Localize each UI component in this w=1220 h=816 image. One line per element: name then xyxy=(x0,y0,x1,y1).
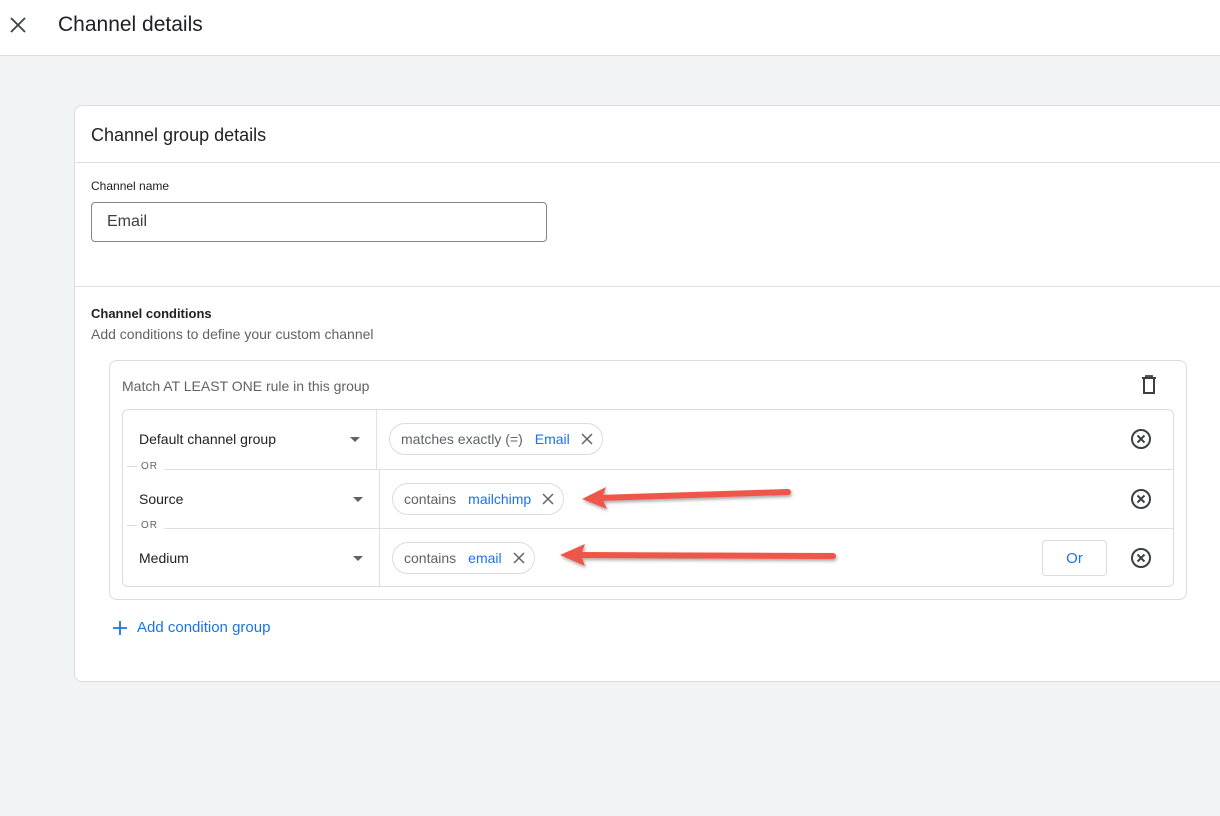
add-or-rule-button[interactable]: Or xyxy=(1042,540,1107,576)
rules-list: Default channel group matches exactly (=… xyxy=(122,409,1174,587)
chip-operator: matches exactly (=) xyxy=(401,431,523,447)
dimension-label: Source xyxy=(139,491,184,507)
card-title: Channel group details xyxy=(91,125,267,145)
cancel-circle-icon xyxy=(1131,489,1151,509)
dropdown-caret-icon xyxy=(353,497,363,502)
page-title: Channel details xyxy=(58,13,203,36)
remove-chip-button[interactable] xyxy=(541,492,555,506)
cancel-circle-icon xyxy=(1131,429,1151,449)
channel-conditions-subtitle: Add conditions to define your custom cha… xyxy=(91,326,374,342)
condition-group: Match AT LEAST ONE rule in this group De… xyxy=(109,360,1187,600)
delete-group-button[interactable] xyxy=(1138,373,1160,397)
trash-icon xyxy=(1142,375,1156,394)
remove-chip-button[interactable] xyxy=(580,432,594,446)
plus-icon xyxy=(113,620,127,635)
rule-row: Source contains mailchimp xyxy=(123,469,1173,528)
chip-value: Email xyxy=(534,431,570,447)
channel-name-label: Channel name xyxy=(91,179,170,193)
divider xyxy=(75,286,1220,287)
condition-chip[interactable]: matches exactly (=) Email xyxy=(389,423,603,455)
condition-chip[interactable]: contains mailchimp xyxy=(392,483,565,515)
dimension-label: Default channel group xyxy=(139,431,276,447)
remove-rule-button[interactable] xyxy=(1130,428,1152,450)
chip-value: email xyxy=(468,550,502,566)
chip-operator: contains xyxy=(404,550,457,566)
chip-value: mailchimp xyxy=(468,491,532,507)
group-match-label: Match AT LEAST ONE rule in this group xyxy=(122,378,370,394)
channel-conditions-title: Channel conditions xyxy=(91,306,212,321)
remove-rule-button[interactable] xyxy=(1130,488,1152,510)
add-condition-group-label: Add condition group xyxy=(137,619,271,636)
rule-row: Medium contains email Or xyxy=(123,528,1173,587)
dropdown-caret-icon xyxy=(353,556,363,561)
remove-chip-button[interactable] xyxy=(512,551,526,565)
dimension-select[interactable]: Medium xyxy=(123,529,380,587)
close-button[interactable] xyxy=(6,13,30,37)
close-icon xyxy=(581,433,593,445)
divider xyxy=(75,162,1220,163)
dimension-label: Medium xyxy=(139,550,189,566)
channel-name-input[interactable] xyxy=(91,202,547,242)
close-icon xyxy=(542,493,554,505)
chip-operator: contains xyxy=(404,491,457,507)
dropdown-caret-icon xyxy=(350,437,360,442)
condition-chip[interactable]: contains email xyxy=(392,542,535,574)
add-condition-group-button[interactable]: Add condition group xyxy=(113,619,270,636)
cancel-circle-icon xyxy=(1131,548,1151,568)
remove-rule-button[interactable] xyxy=(1130,547,1152,569)
close-icon xyxy=(10,17,26,33)
top-bar: Channel details xyxy=(0,0,1220,56)
close-icon xyxy=(513,552,525,564)
or-separator: OR xyxy=(123,461,164,472)
or-separator: OR xyxy=(123,520,164,531)
channel-group-details-card: Channel group details Channel name Chann… xyxy=(74,105,1220,682)
rule-row: Default channel group matches exactly (=… xyxy=(123,410,1173,469)
